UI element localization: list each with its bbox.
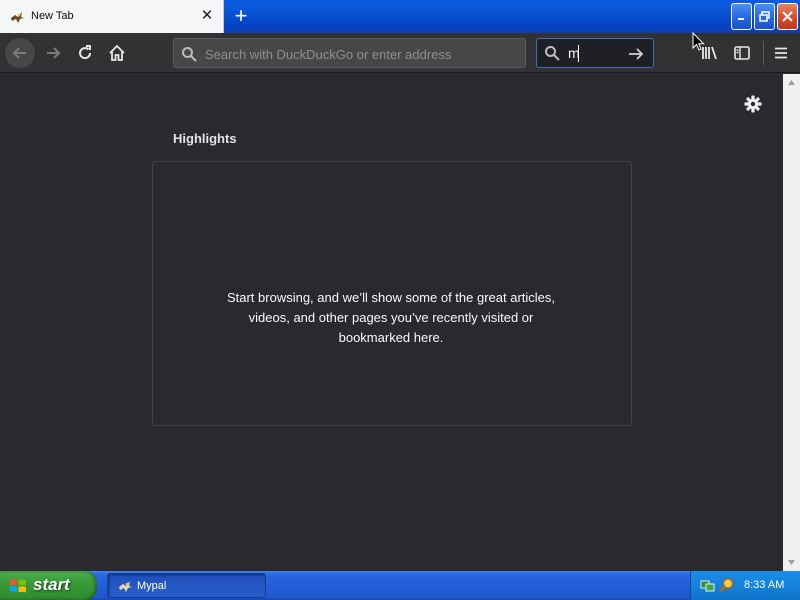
search-icon <box>182 47 197 62</box>
search-tray-icon[interactable] <box>719 577 735 593</box>
tab-title: New Tab <box>31 10 74 22</box>
close-window-button[interactable] <box>777 3 798 30</box>
title-bar: New Tab ✕ + <box>0 0 800 33</box>
scroll-up-arrow-icon[interactable] <box>783 74 800 91</box>
close-icon <box>782 11 793 22</box>
mouse-pointer-icon <box>692 32 705 51</box>
network-tray-icon[interactable] <box>700 578 715 593</box>
vertical-scrollbar[interactable] <box>783 74 800 571</box>
address-placeholder: Search with DuckDuckGo or enter address <box>205 47 452 62</box>
mypal-app-icon <box>119 581 132 592</box>
forward-button[interactable] <box>38 38 68 68</box>
reload-button[interactable] <box>70 38 100 68</box>
address-bar[interactable]: Search with DuckDuckGo or enter address <box>173 38 526 68</box>
minimize-button[interactable] <box>731 3 752 30</box>
text-caret <box>578 45 579 62</box>
search-go-arrow-icon[interactable] <box>627 45 645 63</box>
scroll-down-arrow-icon[interactable] <box>783 554 800 571</box>
toolbar-separator <box>763 41 764 65</box>
back-arrow-icon <box>12 47 26 59</box>
taskbar-item-mypal[interactable]: Mypal <box>107 573 266 598</box>
forward-arrow-icon <box>47 47 61 59</box>
restore-button[interactable] <box>754 3 775 30</box>
taskbar-item-label: Mypal <box>137 580 167 592</box>
windows-logo-icon <box>10 579 26 593</box>
new-tab-page: Highlights Start browsing, and we’ll sho… <box>0 74 783 571</box>
tab-close-icon[interactable]: ✕ <box>199 8 215 24</box>
new-tab-plus-icon[interactable]: + <box>230 5 252 27</box>
back-button[interactable] <box>5 38 35 68</box>
reload-icon <box>79 45 92 60</box>
empty-state-message: Start browsing, and we’ll show some of t… <box>226 290 556 345</box>
minimize-icon <box>738 18 744 20</box>
highlights-heading: Highlights <box>173 131 237 146</box>
home-icon <box>109 44 125 61</box>
sidebar-icon <box>734 46 750 60</box>
search-box[interactable]: m <box>536 38 654 68</box>
start-button[interactable]: start <box>0 571 97 600</box>
restore-icon <box>759 11 770 22</box>
mypal-favicon-icon <box>11 12 24 23</box>
tab-new-tab[interactable]: New Tab ✕ <box>0 0 224 33</box>
menu-button[interactable] <box>768 40 794 66</box>
sidebar-button[interactable] <box>729 40 755 66</box>
search-icon <box>545 46 560 61</box>
navigation-toolbar: Search with DuckDuckGo or enter address … <box>0 33 800 73</box>
hamburger-menu-icon <box>775 47 787 59</box>
gear-icon[interactable] <box>743 94 763 114</box>
clock: 8:33 AM <box>744 579 785 591</box>
system-tray: 8:33 AM <box>690 571 800 600</box>
start-label: start <box>33 575 70 594</box>
highlights-empty-state: Start browsing, and we’ll show some of t… <box>152 161 632 426</box>
taskbar: start Mypal 8:33 AM <box>0 571 800 600</box>
home-button[interactable] <box>102 38 132 68</box>
